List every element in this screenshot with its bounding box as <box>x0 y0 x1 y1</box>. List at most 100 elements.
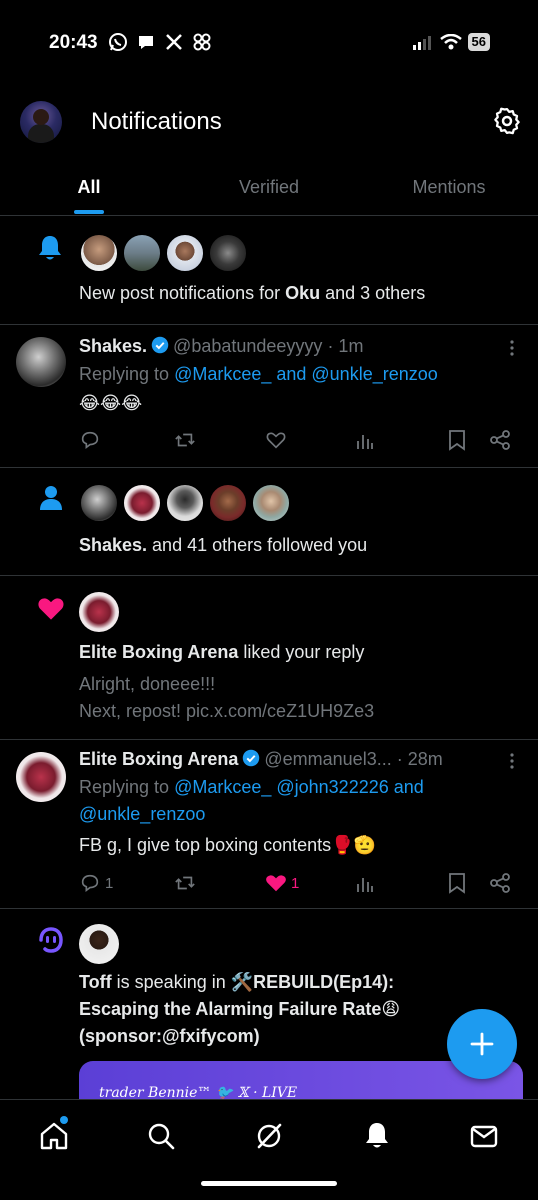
like-icon[interactable] <box>265 429 287 451</box>
new-content-dot <box>60 1116 68 1124</box>
tab-verified-label: Verified <box>238 176 300 197</box>
user-name[interactable]: Shakes. <box>79 336 147 356</box>
tweet-actions: 1 1 <box>79 872 519 902</box>
battery-level: 56 <box>467 33 490 51</box>
tab-mentions-label: Mentions <box>412 176 486 197</box>
reply-icon[interactable] <box>79 429 101 451</box>
reply-button[interactable]: 1 <box>79 872 113 894</box>
user-name[interactable]: Elite Boxing Arena <box>79 642 238 662</box>
header: Notifications <box>0 88 538 158</box>
tab-bar: All Verified Mentions <box>0 158 538 216</box>
notification-text-post: and 3 others <box>320 283 426 303</box>
notification-text-pre: New post notifications for <box>79 283 286 303</box>
bell-icon <box>39 236 61 260</box>
avatar[interactable] <box>79 924 119 964</box>
notification-text-body: and 41 others followed you <box>147 535 368 555</box>
avatar[interactable] <box>79 592 119 632</box>
x-logo-icon <box>166 34 182 50</box>
wifi-icon <box>439 34 462 50</box>
heart-filled-icon <box>266 875 286 892</box>
person-follow-icon <box>40 486 62 510</box>
spaces-mic-icon <box>39 927 63 953</box>
message-icon <box>139 36 153 49</box>
share-icon[interactable] <box>489 429 511 451</box>
home-icon[interactable] <box>38 1120 70 1152</box>
tab-all[interactable]: All <box>0 158 178 216</box>
verified-badge-icon <box>243 749 260 767</box>
quoted-text-line-1: Alright, doneee!!! <box>79 674 216 694</box>
user-name[interactable]: Toff <box>79 972 112 992</box>
share-icon[interactable] <box>489 872 511 894</box>
like-count: 1 <box>291 874 300 892</box>
tweet-time: · 1m <box>327 336 364 356</box>
avatar[interactable] <box>16 337 66 387</box>
avatar <box>122 483 162 523</box>
more-options-icon[interactable] <box>505 339 519 357</box>
status-app-icons <box>108 32 212 52</box>
replying-to-link[interactable]: @unkle_renzoo <box>79 804 205 825</box>
avatar <box>165 483 205 523</box>
replying-to: Replying to @Markcee_ @john322226 and <box>79 777 424 798</box>
status-bar: 20:43 56 <box>0 0 538 88</box>
page-title: Notifications <box>91 108 222 135</box>
replying-to-link[interactable]: @Markcee_ @john322226 and <box>174 777 424 797</box>
search-icon[interactable] <box>145 1120 177 1152</box>
space-title-line-2[interactable]: Escaping the Alarming Failure Rate😩 <box>79 999 400 1020</box>
tweet-body: FB g, I give top boxing contents🥊🫡 <box>79 835 376 855</box>
heart-icon <box>38 598 64 620</box>
space-title-line-3[interactable]: (sponsor:@fxifycom) <box>79 1026 260 1047</box>
views-icon[interactable] <box>355 429 375 451</box>
user-handle[interactable]: @emmanuel3... <box>264 749 391 769</box>
user-handle[interactable]: @babatundeeyyyy <box>173 336 322 356</box>
bookmark-icon[interactable] <box>447 872 467 894</box>
notification-reply[interactable]: Elite Boxing Arena @emmanuel3... · 28m Re… <box>0 740 538 909</box>
notification-text: Shakes. and 41 others followed you <box>79 535 367 556</box>
replying-label: Replying to <box>79 777 175 797</box>
settings-gear-icon[interactable] <box>492 106 522 136</box>
reply-icon <box>81 874 99 892</box>
views-icon[interactable] <box>355 872 375 894</box>
avatar <box>208 233 248 273</box>
user-name[interactable]: Elite Boxing Arena <box>79 749 238 769</box>
like-button[interactable]: 1 <box>265 872 299 894</box>
user-name[interactable]: Shakes. <box>79 535 147 555</box>
quoted-text-line-2: Next, repost! pic.x.com/ceZ1UH9Ze3 <box>79 701 375 721</box>
grok-icon[interactable] <box>253 1120 285 1152</box>
notification-reply[interactable]: Shakes. @babatundeeyyyy · 1m Replying to … <box>0 325 538 468</box>
replying-label: Replying to <box>79 364 175 384</box>
notification-like[interactable]: Elite Boxing Arena liked your reply Alri… <box>0 576 538 740</box>
notification-text: New post notifications for Oku and 3 oth… <box>79 283 425 304</box>
plus-icon <box>470 1032 494 1056</box>
notification-post-alerts[interactable]: New post notifications for Oku and 3 oth… <box>0 217 538 325</box>
replying-to-link[interactable]: @Markcee_ and @unkle_renzoo <box>174 364 438 384</box>
tab-mentions[interactable]: Mentions <box>360 158 538 216</box>
avatar[interactable] <box>16 752 66 802</box>
tweet-time: · 28m <box>396 749 443 769</box>
tab-all-label: All <box>77 176 101 197</box>
notification-follow[interactable]: Shakes. and 41 others followed you <box>0 468 538 576</box>
messages-icon[interactable] <box>468 1120 500 1152</box>
more-options-icon[interactable] <box>505 752 519 770</box>
avatar <box>79 483 119 523</box>
signal-icon <box>412 36 431 50</box>
whatsapp-icon <box>109 33 127 51</box>
avatar <box>165 233 205 273</box>
tab-verified[interactable]: Verified <box>178 158 360 216</box>
threads-icon <box>193 33 211 51</box>
tweet-header: Elite Boxing Arena @emmanuel3... · 28m <box>79 749 443 770</box>
avatar <box>251 483 291 523</box>
tweet-header: Shakes. @babatundeeyyyy · 1m <box>79 336 363 357</box>
home-indicator <box>201 1181 337 1186</box>
user-name[interactable]: Oku <box>285 283 320 303</box>
profile-avatar[interactable] <box>20 101 62 143</box>
repost-icon[interactable] <box>173 429 197 451</box>
status-time: 20:43 <box>49 32 98 53</box>
notifications-bell-icon[interactable] <box>361 1120 393 1152</box>
tab-active-indicator <box>74 210 104 214</box>
repost-icon[interactable] <box>173 872 197 894</box>
space-title[interactable]: 🛠️REBUILD(Ep14): <box>231 972 394 992</box>
verified-badge-icon <box>151 336 169 354</box>
reply-count: 1 <box>105 874 114 892</box>
bookmark-icon[interactable] <box>447 429 467 451</box>
compose-button[interactable] <box>447 1009 517 1079</box>
